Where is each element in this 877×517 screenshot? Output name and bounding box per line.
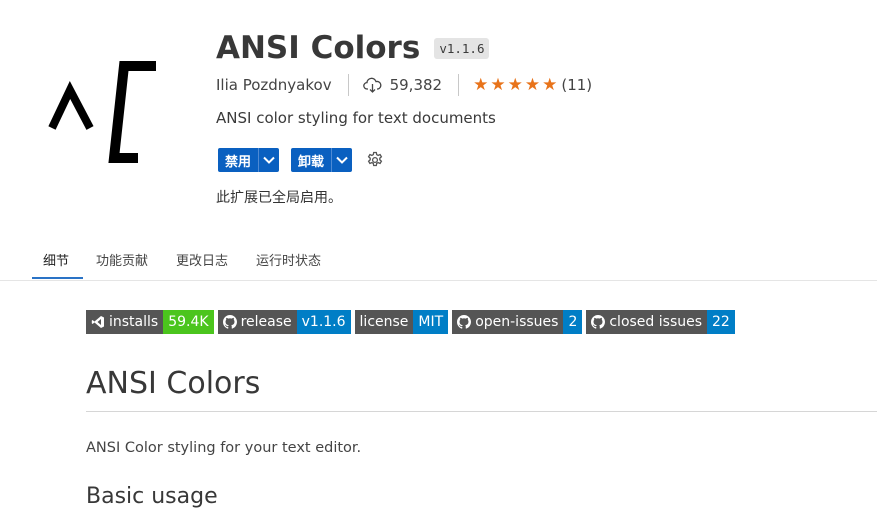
extension-description: ANSI color styling for text documents: [216, 109, 496, 127]
enablement-status: 此扩展已全局启用。: [216, 190, 342, 206]
extension-details-page: ANSI Colors v1.1.6 Ilia Pozdnyakov 59,38…: [0, 0, 877, 517]
badge-label-text: installs: [109, 314, 159, 330]
install-count-value: 59,382: [389, 76, 443, 94]
rating-count: (11): [561, 76, 593, 94]
open-issues-badge[interactable]: open-issues 2: [452, 310, 583, 334]
installs-badge[interactable]: installs 59.4K: [86, 310, 214, 334]
disable-button[interactable]: 禁用: [218, 148, 260, 172]
uninstall-dropdown-button[interactable]: [332, 148, 352, 172]
badge-value: MIT: [413, 310, 449, 334]
readme-divider: [86, 411, 877, 412]
github-icon: [591, 315, 606, 329]
badge-label-text: open-issues: [475, 314, 559, 330]
badge-label-text: release: [240, 314, 292, 330]
disable-split-button: 禁用: [218, 148, 280, 172]
tab-feature-contributions[interactable]: 功能贡献: [96, 239, 148, 279]
readme-badges: installs 59.4K release v1.1.6 license MI…: [86, 310, 735, 334]
install-count: 59,382: [362, 76, 443, 94]
divider: [458, 74, 460, 96]
details-tabs: 细节 功能贡献 更改日志 运行时状态: [0, 239, 877, 281]
title-row: ANSI Colors v1.1.6: [216, 26, 490, 70]
license-badge[interactable]: license MIT: [354, 310, 449, 334]
readme-intro: ANSI Color styling for your text editor.: [86, 440, 362, 456]
badge-label-text: license: [359, 314, 409, 330]
star-icon: ★: [542, 74, 558, 95]
badge-label: license: [354, 310, 414, 334]
meta-row: Ilia Pozdnyakov 59,382 ★ ★ ★ ★ ★ (11): [216, 72, 592, 98]
github-icon: [222, 315, 237, 329]
chevron-down-icon: [336, 156, 348, 164]
readme-section-heading: Basic usage: [86, 484, 218, 509]
action-row: 禁用 卸载: [218, 148, 384, 172]
uninstall-button[interactable]: 卸载: [291, 148, 333, 172]
github-icon: [457, 315, 472, 329]
divider: [347, 74, 349, 96]
release-badge[interactable]: release v1.1.6: [217, 310, 351, 334]
cloud-download-icon: [362, 77, 382, 93]
star-icon: ★: [490, 74, 506, 95]
closed-issues-badge[interactable]: closed issues 22: [586, 310, 735, 334]
badge-label-text: closed issues: [609, 314, 703, 330]
tab-runtime-status[interactable]: 运行时状态: [256, 239, 321, 279]
chevron-down-icon: [263, 156, 275, 164]
badge-label: release: [217, 310, 297, 334]
badge-label: installs: [86, 310, 164, 334]
disable-dropdown-button[interactable]: [259, 148, 279, 172]
uninstall-split-button: 卸载: [291, 148, 353, 172]
tab-details[interactable]: 细节: [43, 239, 69, 279]
star-icon: ★: [507, 74, 523, 95]
readme-title: ANSI Colors: [86, 366, 261, 401]
vscode-icon: [91, 316, 104, 328]
rating[interactable]: ★ ★ ★ ★ ★ (11): [473, 76, 592, 94]
badge-value: 22: [707, 310, 735, 334]
badge-label: closed issues: [586, 310, 708, 334]
tab-changelog[interactable]: 更改日志: [176, 239, 228, 279]
star-icon: ★: [473, 74, 489, 95]
version-badge: v1.1.6: [434, 37, 490, 59]
star-icon: ★: [524, 74, 541, 95]
gear-icon[interactable]: [366, 151, 384, 169]
badge-value: 59.4K: [163, 310, 214, 334]
extension-logo: [48, 61, 156, 163]
badge-value: 2: [563, 310, 583, 334]
publisher-link[interactable]: Ilia Pozdnyakov: [216, 76, 332, 94]
active-tab-indicator: [32, 277, 83, 279]
badge-label: open-issues: [452, 310, 564, 334]
extension-title: ANSI Colors: [216, 29, 421, 66]
badge-value: v1.1.6: [296, 310, 351, 334]
